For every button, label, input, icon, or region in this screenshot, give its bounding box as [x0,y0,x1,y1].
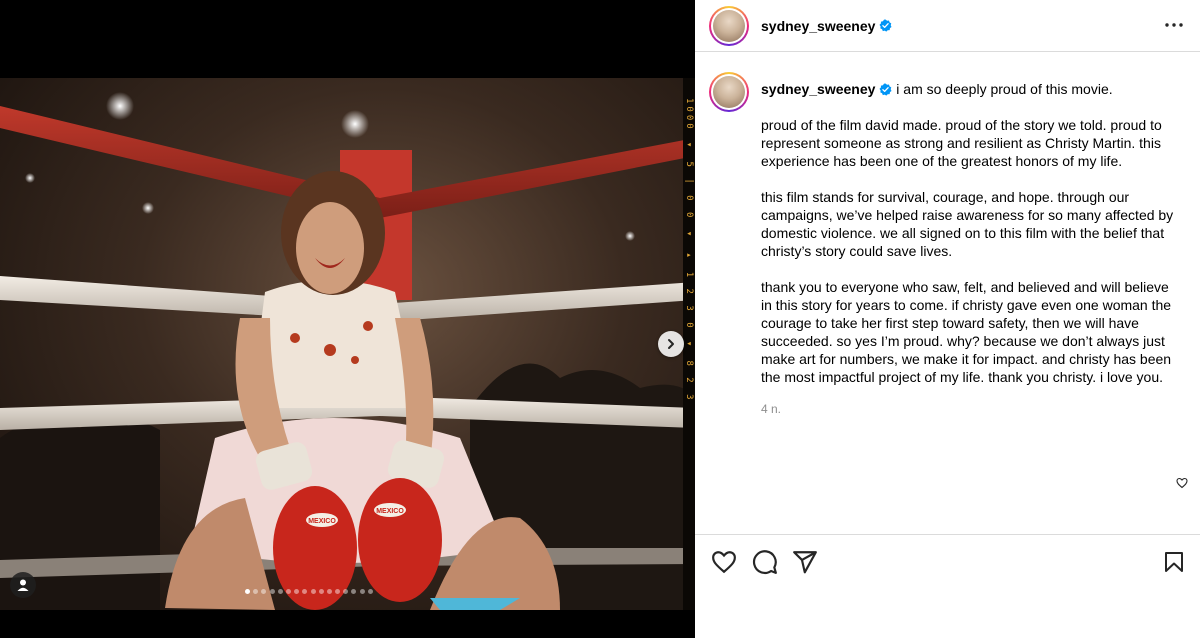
caption-lead: i am so deeply proud of this movie. [896,81,1113,97]
verified-badge-icon [879,83,892,96]
user-tag-icon [17,579,29,591]
post-actions-bar [695,534,1200,638]
caption-first-line: sydney_sweeney i am so deeply proud of t… [761,80,1181,98]
post-media: MEXICO MEXICO 1000 ◂ 5 | 0 0 ◂ ▸ 1 2 3 0… [0,0,695,638]
carousel-dot [277,589,283,594]
caption-section: sydney_sweeney i am so deeply proud of t… [709,72,1186,418]
film-edge-strip: 1000 ◂ 5 | 0 0 ◂ ▸ 1 2 3 0 ◂ 8 2 3 [683,78,695,610]
carousel-next-button[interactable] [658,331,684,357]
carousel-indicator [245,589,373,594]
post-side-panel: sydney_sweeney sydney_sweeney i am so de… [695,0,1200,638]
avatar[interactable] [709,5,749,46]
caption-avatar[interactable] [709,72,749,112]
caption-avatar-image [713,76,745,108]
verified-badge-icon [879,19,892,32]
carousel-dot [359,589,365,594]
carousel-dot [245,589,250,594]
carousel-dot [367,589,373,594]
post-header: sydney_sweeney [695,0,1200,52]
carousel-dot [351,589,357,594]
carousel-dot [343,589,349,594]
carousel-dot [335,589,341,594]
caption-paragraph: this film stands for survival, courage, … [761,189,1174,259]
header-username[interactable]: sydney_sweeney [761,18,875,34]
film-edge-text: 1000 ◂ 5 | 0 0 ◂ ▸ 1 2 3 0 ◂ 8 2 3 [684,98,694,403]
caption-username[interactable]: sydney_sweeney [761,81,875,97]
caption-paragraph: thank you to everyone who saw, felt, and… [761,279,1172,385]
carousel-dot [261,589,267,594]
comment-button[interactable] [752,549,778,580]
caption-row: sydney_sweeney i am so deeply proud of t… [709,72,1186,418]
carousel-dot [310,589,316,594]
carousel-dot [318,589,324,594]
like-button[interactable] [711,549,737,580]
caption-timestamp[interactable]: 4 n. [761,400,1181,418]
share-button[interactable] [792,549,818,580]
save-button[interactable] [1162,549,1186,580]
carousel-dot [326,589,332,594]
user-tag-button[interactable] [10,572,36,598]
caption-text: sydney_sweeney i am so deeply proud of t… [761,72,1181,418]
bookmark-icon [1165,552,1183,572]
carousel-dot [253,589,259,594]
post-photo: MEXICO MEXICO 1000 ◂ 5 | 0 0 ◂ ▸ 1 2 3 0… [0,78,695,610]
more-options-icon [1165,23,1183,27]
avatar-image [713,9,745,42]
comment-like-button[interactable] [1176,476,1188,494]
carousel-dot [285,589,291,594]
heart-icon [712,551,736,574]
carousel-dot [294,589,300,594]
share-icon [793,551,817,574]
boxer-photo-illustration: MEXICO MEXICO [0,92,695,610]
heart-icon [1176,477,1188,489]
glove-brand-right: MEXICO [376,508,404,515]
comment-icon [752,550,777,574]
glove-brand-left: MEXICO [308,518,336,525]
more-options-button[interactable] [1164,16,1184,39]
carousel-dot [269,589,275,594]
caption-paragraph: proud of the film david made. proud of t… [761,117,1162,169]
chevron-right-icon [668,339,674,349]
carousel-dot [302,589,308,594]
